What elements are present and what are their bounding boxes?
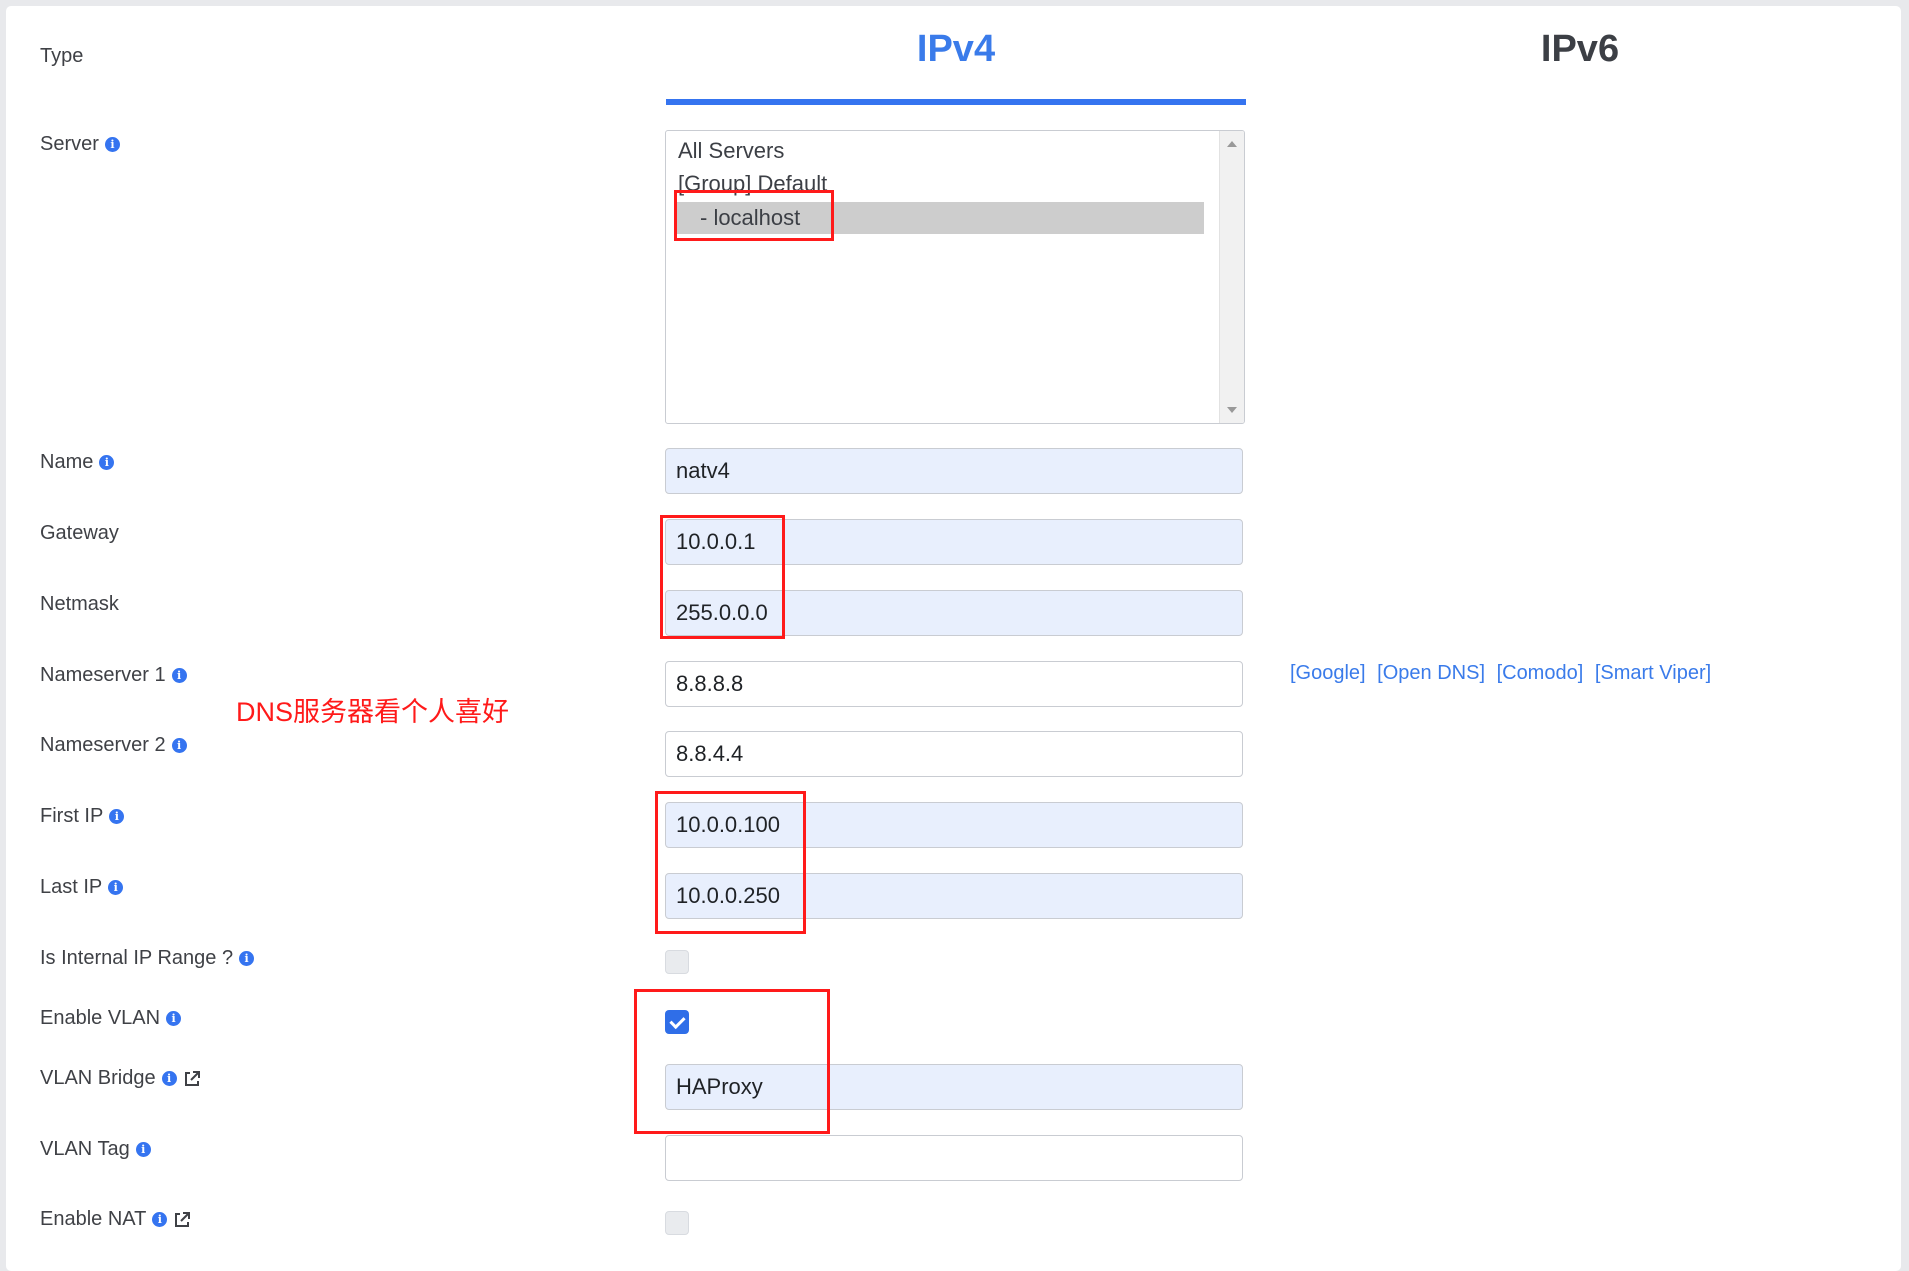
enable-nat-label: Enable NAT i (40, 1208, 191, 1231)
enable-vlan-label: Enable VLAN i (40, 1007, 182, 1030)
enable-vlan-checkbox[interactable] (665, 1010, 689, 1034)
vlan-tag-input[interactable] (665, 1135, 1243, 1181)
type-label: Type (40, 45, 84, 67)
is-internal-checkbox[interactable] (665, 950, 689, 974)
info-icon[interactable]: i (104, 137, 120, 152)
info-icon[interactable]: i (171, 738, 187, 753)
info-icon[interactable]: i (109, 809, 125, 824)
info-icon[interactable]: i (108, 880, 124, 895)
annotation-text: DNS服务器看个人喜好 (236, 697, 510, 727)
server-label: Server i (40, 133, 120, 156)
server-option-group-default[interactable]: [Group] Default (678, 168, 827, 200)
server-option-localhost[interactable]: - localhost (676, 202, 1204, 234)
info-icon[interactable]: i (99, 455, 115, 470)
dns-preset-links: [Google] [Open DNS] [Comodo] [Smart Vipe… (1290, 662, 1717, 685)
netmask-label: Netmask (40, 593, 119, 615)
listbox-scrollbar[interactable] (1219, 131, 1244, 423)
tab-ipv6[interactable]: IPv6 (1290, 28, 1870, 71)
last-ip-label: Last IP i (40, 876, 124, 899)
enable-nat-checkbox[interactable] (665, 1211, 689, 1235)
scroll-up-arrow-icon[interactable] (1227, 141, 1237, 147)
info-icon[interactable]: i (152, 1212, 168, 1227)
external-link-icon[interactable] (183, 1070, 201, 1088)
external-link-icon[interactable] (173, 1211, 191, 1229)
vlan-tag-label: VLAN Tag i (40, 1138, 151, 1161)
active-tab-indicator (666, 99, 1246, 105)
dns-opendns-link[interactable]: [Open DNS] (1377, 662, 1485, 684)
is-internal-label: Is Internal IP Range ? i (40, 947, 255, 970)
vlan-bridge-input[interactable] (665, 1064, 1243, 1110)
server-select[interactable]: All Servers [Group] Default - localhost (665, 130, 1245, 424)
nameserver1-input[interactable] (665, 661, 1243, 707)
info-icon[interactable]: i (135, 1142, 151, 1157)
info-icon[interactable]: i (171, 668, 187, 683)
info-icon[interactable]: i (239, 951, 255, 966)
last-ip-input[interactable] (665, 873, 1243, 919)
netmask-input[interactable] (665, 590, 1243, 636)
name-label: Name i (40, 451, 115, 474)
scroll-down-arrow-icon[interactable] (1227, 407, 1237, 413)
nameserver2-input[interactable] (665, 731, 1243, 777)
info-icon[interactable]: i (161, 1071, 177, 1086)
vlan-bridge-label: VLAN Bridge i (40, 1067, 201, 1090)
first-ip-label: First IP i (40, 805, 125, 828)
info-icon[interactable]: i (166, 1011, 182, 1026)
dns-smartviper-link[interactable]: [Smart Viper] (1595, 662, 1711, 684)
gateway-input[interactable] (665, 519, 1243, 565)
first-ip-input[interactable] (665, 802, 1243, 848)
gateway-label: Gateway (40, 522, 119, 544)
dns-comodo-link[interactable]: [Comodo] (1497, 662, 1584, 684)
tab-ipv4[interactable]: IPv4 (666, 28, 1246, 71)
name-input[interactable] (665, 448, 1243, 494)
dns-google-link[interactable]: [Google] (1290, 662, 1366, 684)
nameserver2-label: Nameserver 2 i (40, 734, 187, 757)
server-option-all[interactable]: All Servers (678, 135, 784, 167)
nameserver1-label: Nameserver 1 i (40, 664, 187, 687)
